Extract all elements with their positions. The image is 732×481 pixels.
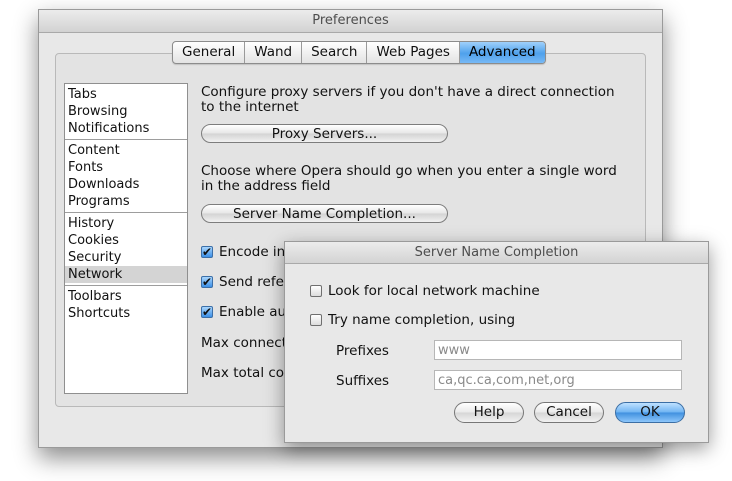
look-local-option[interactable]: Look for local network machine — [310, 282, 540, 300]
completion-description: Choose where Opera should go when you en… — [201, 163, 617, 194]
sidebar-item-history[interactable]: History — [65, 215, 187, 232]
sidebar-item-tabs[interactable]: Tabs — [65, 86, 187, 103]
sidebar-group: Toolbars Shortcuts — [65, 286, 187, 324]
checkbox-icon[interactable] — [201, 303, 213, 321]
max-total-connections-label: Max total cor — [201, 365, 290, 381]
ok-button[interactable]: OK — [615, 402, 685, 423]
option-label: Send refer — [219, 274, 290, 290]
max-connections-label: Max connecti — [201, 335, 291, 351]
enable-auto-option[interactable]: Enable aut — [201, 303, 291, 321]
encode-option[interactable]: Encode int — [201, 243, 291, 261]
sidebar-item-programs[interactable]: Programs — [65, 193, 187, 210]
prefixes-field[interactable]: www — [434, 340, 682, 360]
checkbox-icon[interactable] — [201, 273, 213, 291]
sidebar-item-security[interactable]: Security — [65, 249, 187, 266]
checkbox-icon[interactable] — [310, 285, 322, 297]
option-label: Look for local network machine — [328, 283, 540, 299]
checkbox-icon[interactable] — [310, 314, 322, 326]
sidebar-item-network[interactable]: Network — [65, 266, 187, 283]
suffixes-label: Suffixes — [336, 373, 390, 389]
dialog-title: Server Name Completion — [285, 242, 708, 264]
option-label: Encode int — [219, 244, 291, 260]
sidebar-item-cookies[interactable]: Cookies — [65, 232, 187, 249]
checkbox-icon[interactable] — [201, 243, 213, 261]
tab-general[interactable]: General — [173, 42, 246, 63]
server-name-completion-dialog: Server Name Completion Look for local ne… — [284, 241, 709, 443]
sidebar-item-notifications[interactable]: Notifications — [65, 120, 187, 137]
prefixes-label: Prefixes — [336, 343, 389, 359]
send-referrer-option[interactable]: Send refer — [201, 273, 289, 291]
tab-advanced[interactable]: Advanced — [459, 42, 545, 63]
sidebar-group: History Cookies Security Network — [65, 213, 187, 286]
sidebar-group: Content Fonts Downloads Programs — [65, 140, 187, 213]
option-label: Try name completion, using — [328, 312, 516, 328]
window-title: Preferences — [39, 10, 662, 33]
server-name-completion-button[interactable]: Server Name Completion... — [201, 204, 448, 223]
option-label: Enable aut — [219, 304, 292, 320]
suffixes-field[interactable]: ca,qc.ca,com,net,org — [434, 370, 682, 390]
preferences-tabs: General Wand Search Web Pages Advanced — [172, 41, 546, 64]
sidebar-item-toolbars[interactable]: Toolbars — [65, 288, 187, 305]
proxy-servers-button[interactable]: Proxy Servers... — [201, 124, 448, 143]
tab-web-pages[interactable]: Web Pages — [367, 42, 460, 63]
sidebar-group: Tabs Browsing Notifications — [65, 84, 187, 140]
sidebar-item-downloads[interactable]: Downloads — [65, 176, 187, 193]
sidebar-item-fonts[interactable]: Fonts — [65, 159, 187, 176]
tab-wand[interactable]: Wand — [245, 42, 303, 63]
sidebar-item-content[interactable]: Content — [65, 142, 187, 159]
try-completion-option[interactable]: Try name completion, using — [310, 311, 515, 329]
sidebar-item-browsing[interactable]: Browsing — [65, 103, 187, 120]
sidebar-item-shortcuts[interactable]: Shortcuts — [65, 305, 187, 322]
advanced-sidebar: Tabs Browsing Notifications Content Font… — [64, 83, 188, 394]
help-button[interactable]: Help — [454, 402, 524, 423]
tab-search[interactable]: Search — [302, 42, 368, 63]
proxy-description: Configure proxy servers if you don't hav… — [201, 84, 615, 115]
cancel-button[interactable]: Cancel — [534, 402, 604, 423]
